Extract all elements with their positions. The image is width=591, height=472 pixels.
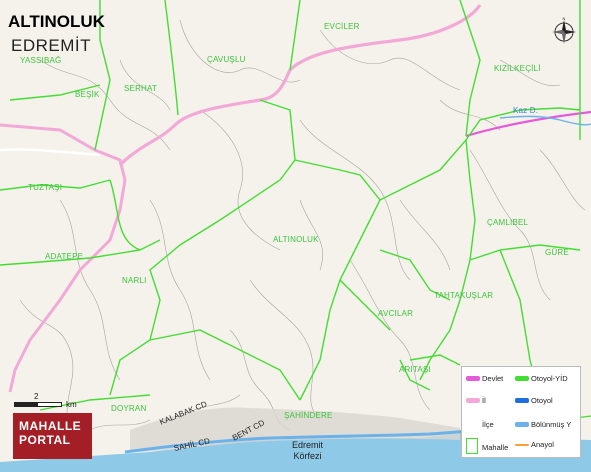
place-label[interactable]: TUZTAŞI [28,183,62,192]
map[interactable]: ALTINOLUK EDREMİT YASSIBAĞ EVCİLER ÇAVUŞ… [0,0,591,472]
place-label[interactable]: ARITAŞI [399,365,431,374]
map-subtitle: EDREMİT [11,36,91,55]
logo-line: PORTAL [19,433,71,447]
place-label[interactable]: ŞAHİNDERE [284,411,332,420]
place-label[interactable]: ALTINOLUK [273,235,319,244]
mahalle-portal-logo[interactable]: MAHALLE PORTAL [13,413,92,459]
place-label[interactable]: SERHAT [124,84,157,93]
place-label[interactable]: YASSIBAĞ [20,56,61,65]
legend-label: Anayol [531,440,554,449]
place-label[interactable]: GÜRE [545,248,569,257]
sea-label-line: Körfezi [293,451,322,461]
legend-label: Bölünmüş Y [531,420,572,429]
scale-bar-graphic [14,402,62,407]
legend-swatch [466,398,480,403]
map-title: ALTINOLUK [8,12,105,31]
place-label[interactable]: KIZILKEÇİLİ [494,64,541,73]
legend-swatch [466,438,478,454]
place-label[interactable]: ÇAMLIBEL [487,218,528,227]
river-label: Kaz D. [513,106,539,115]
place-label[interactable]: EVCİLER [324,22,360,31]
state-road [118,4,482,167]
state-road-east [465,110,591,138]
legend-label: Otoyol [531,396,553,405]
place-label[interactable]: TAHTAKUŞLAR [434,291,493,300]
place-label[interactable]: ÇAVUŞLU [207,55,246,64]
side-road [0,148,101,157]
place-label[interactable]: NARLI [122,276,147,285]
neighbourhood-borders [0,0,581,411]
legend-label: İlçe [482,420,494,429]
sea-label: Edremit Körfezi [292,440,323,462]
legend-label: İl [482,396,486,405]
place-label[interactable]: ADATEPE [45,252,83,261]
sea-label-line: Edremit [292,440,324,450]
place-label[interactable]: BEŞİK [75,90,100,99]
place-label[interactable]: DOYRAN [111,404,146,413]
legend-label: Mahalle [482,443,509,452]
legend-label: Otoyol-YİD [531,374,568,383]
legend-swatch [466,376,480,381]
scale-value: 2 [34,392,39,401]
compass-rose-icon: N [552,17,576,44]
map-legend: Devlet Otoyol-YİD İl Otoyol İlçe Bölünmü… [461,366,581,458]
legend-swatch [515,376,529,381]
svg-text:N: N [563,17,566,21]
legend-swatch [515,398,529,403]
legend-label: Devlet [482,374,504,383]
scale-unit: km [66,400,77,409]
legend-swatch [515,422,529,427]
logo-line: MAHALLE [19,419,82,433]
place-label[interactable]: AVCILAR [378,309,413,318]
legend-swatch [515,444,529,446]
